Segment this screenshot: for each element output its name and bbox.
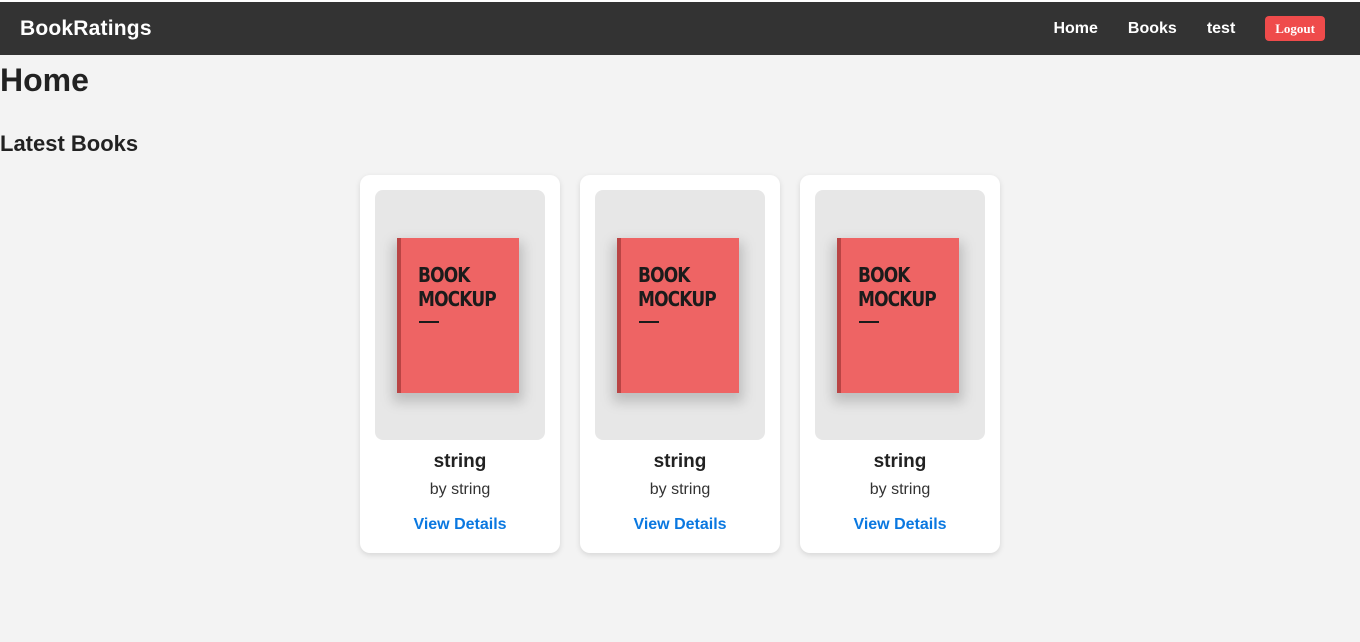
book-title: string [873, 451, 927, 472]
book-title: string [653, 451, 707, 472]
brand-logo[interactable]: BookRatings [20, 17, 152, 41]
book-cover-bar [639, 321, 659, 323]
book-card: BOOK MOCKUP string by string View Detail… [580, 175, 780, 553]
book-author: by string [649, 481, 711, 498]
nav-link-user[interactable]: test [1207, 20, 1235, 38]
nav-link-home[interactable]: Home [1053, 20, 1097, 38]
book-cover-text: BOOK MOCKUP [638, 263, 717, 311]
book-cover-image: BOOK MOCKUP [815, 190, 985, 440]
book-author: by string [429, 481, 491, 498]
section-title: Latest Books [0, 131, 139, 156]
page-title: Home [0, 62, 89, 98]
nav-link-books[interactable]: Books [1128, 20, 1177, 38]
book-cover-bar [859, 321, 879, 323]
book-cover: BOOK MOCKUP [621, 238, 739, 393]
view-details-link[interactable]: View Details [800, 516, 1000, 534]
book-cover-text: BOOK MOCKUP [858, 263, 937, 311]
view-details-link[interactable]: View Details [360, 516, 560, 534]
book-card: BOOK MOCKUP string by string View Detail… [800, 175, 1000, 553]
book-title: string [433, 451, 487, 472]
book-cover-image: BOOK MOCKUP [375, 190, 545, 440]
logout-button[interactable]: Logout [1265, 16, 1325, 41]
book-author: by string [869, 481, 931, 498]
navbar: BookRatings Home Books test Logout [0, 2, 1360, 55]
book-cover-bar [419, 321, 439, 323]
book-cover: BOOK MOCKUP [401, 238, 519, 393]
view-details-link[interactable]: View Details [580, 516, 780, 534]
book-card: BOOK MOCKUP string by string View Detail… [360, 175, 560, 553]
nav-links: Home Books test Logout [1053, 16, 1325, 41]
book-card-list: BOOK MOCKUP string by string View Detail… [360, 175, 1000, 553]
book-cover-image: BOOK MOCKUP [595, 190, 765, 440]
book-cover: BOOK MOCKUP [841, 238, 959, 393]
book-cover-text: BOOK MOCKUP [418, 263, 497, 311]
